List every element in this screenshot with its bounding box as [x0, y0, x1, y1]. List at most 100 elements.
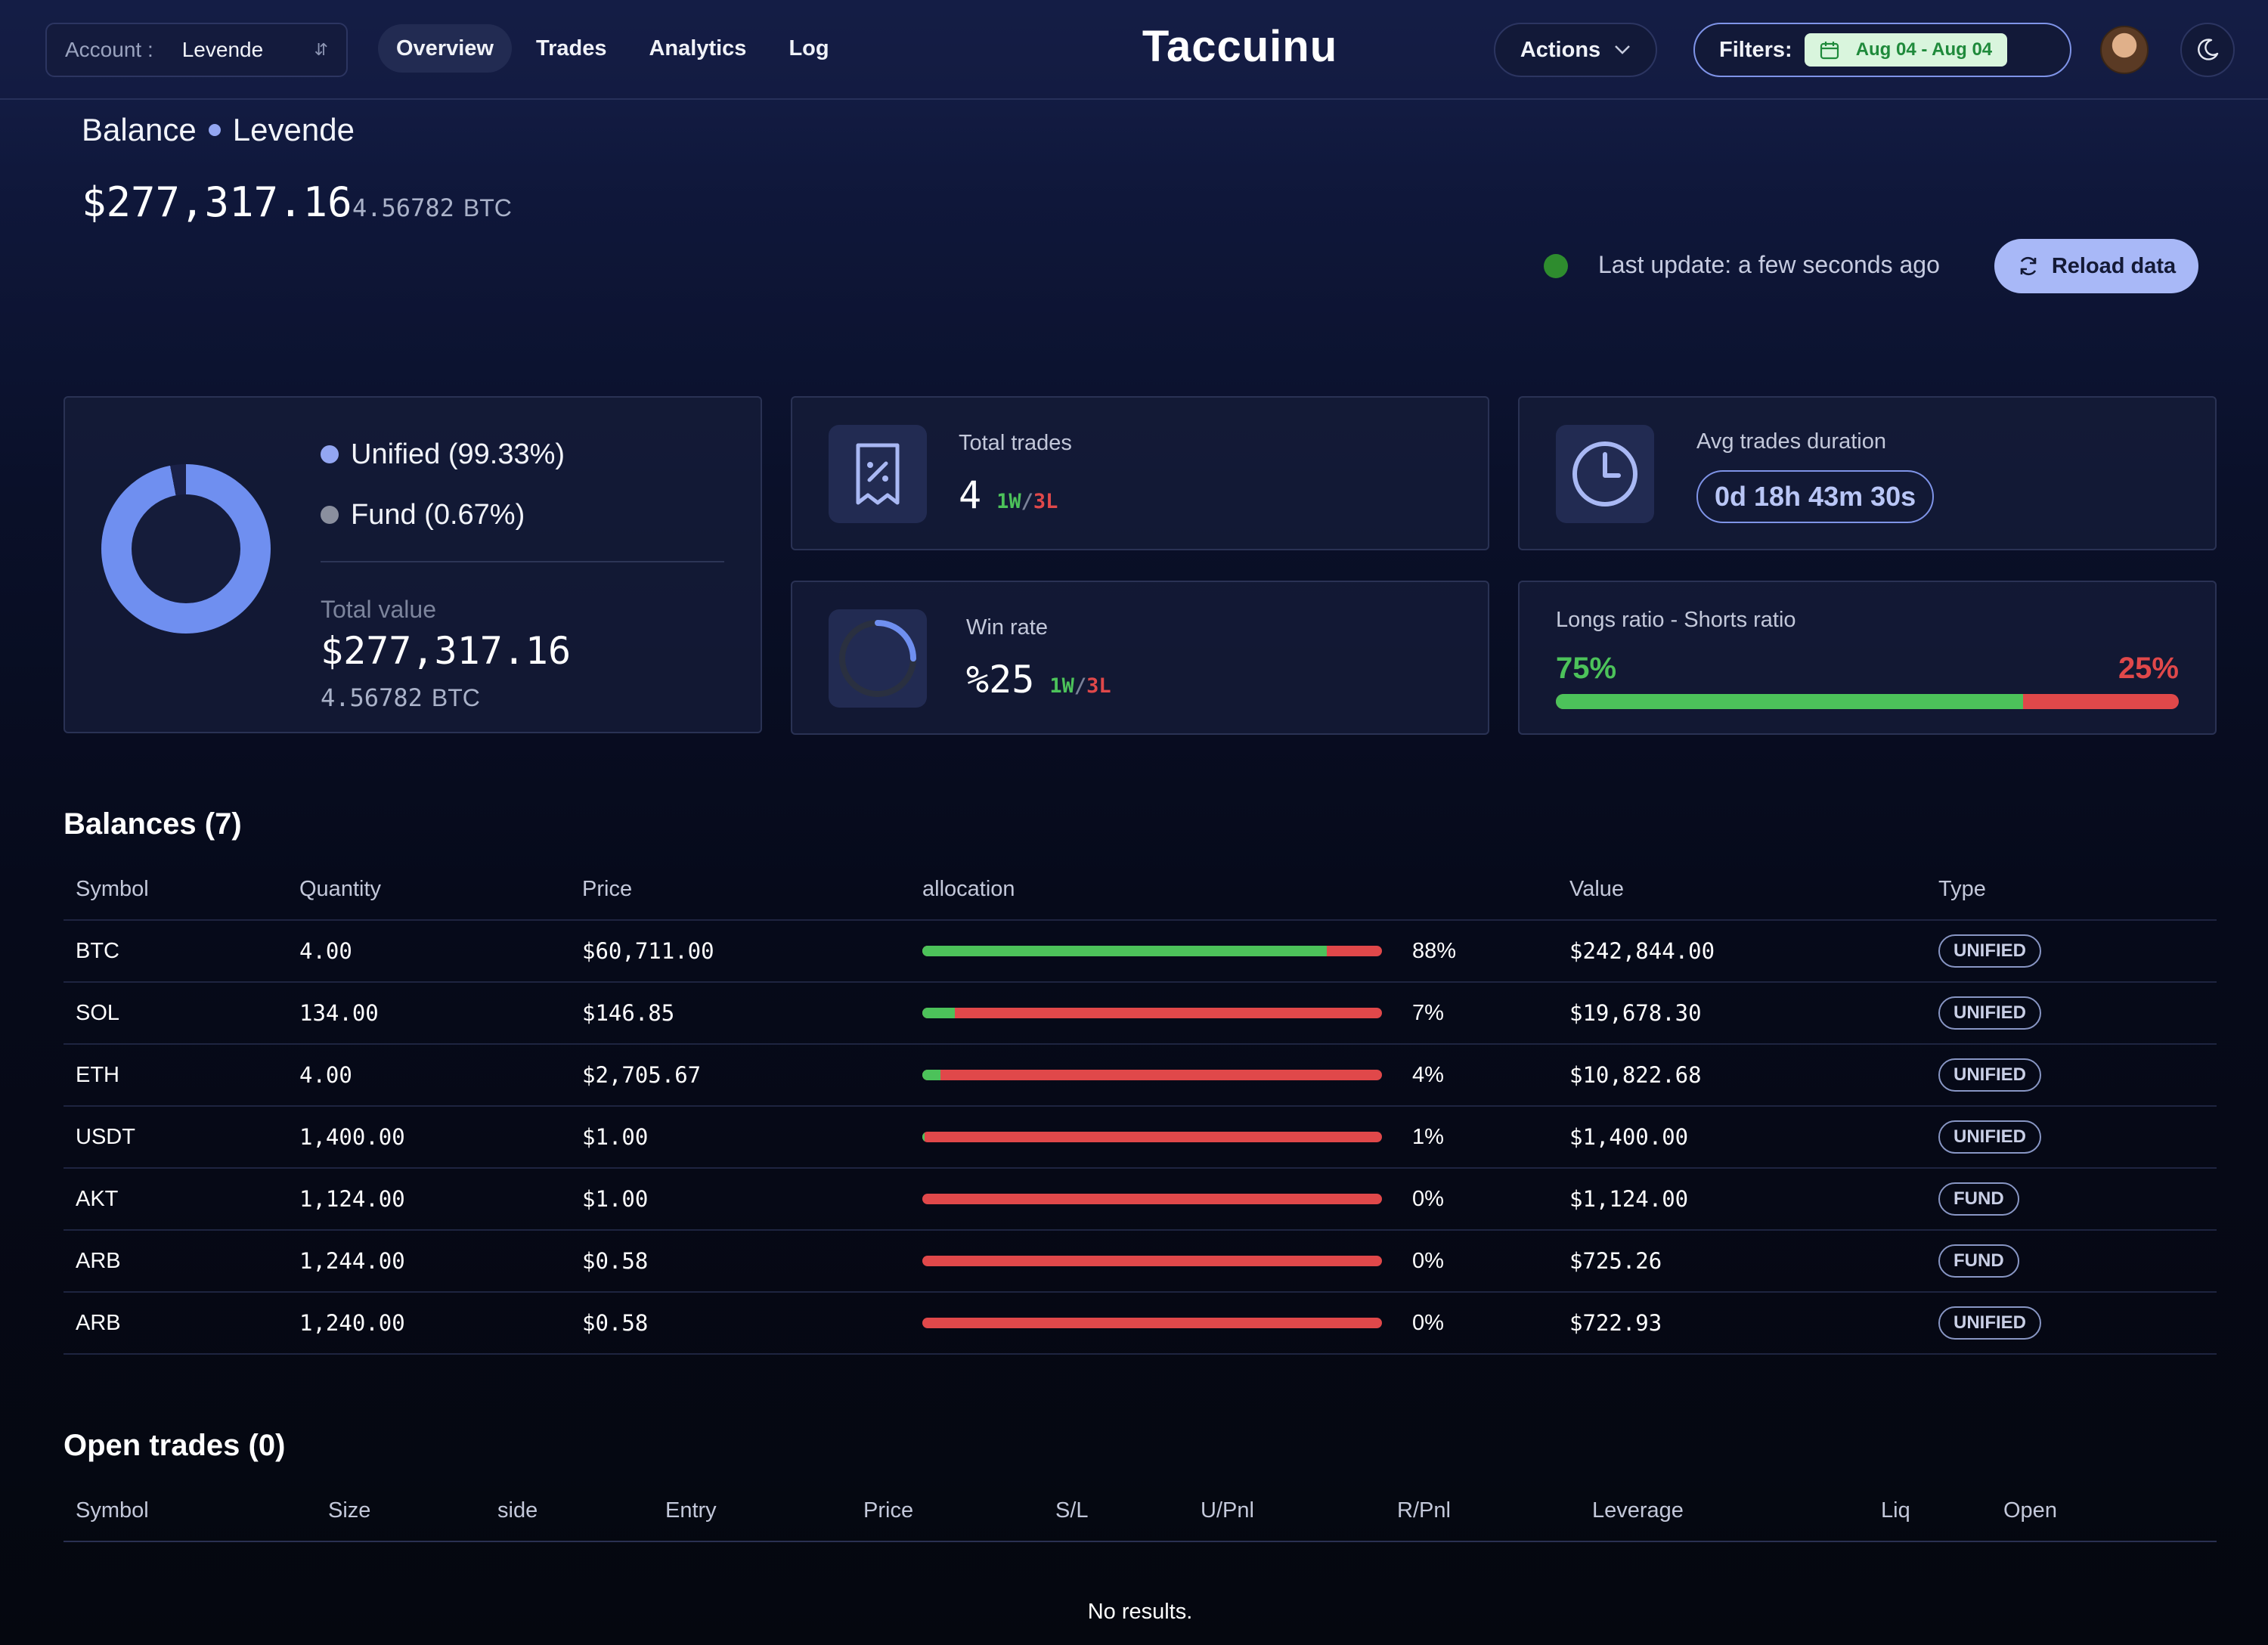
cell-price: $1.00	[582, 1186, 649, 1212]
table-row[interactable]: SOL 134.00 $146.85 7% $19,678.30 UNIFIED	[64, 983, 2217, 1045]
legend-item-unified: Unified (99.33%)	[321, 431, 565, 478]
col-header-side[interactable]: side	[485, 1498, 653, 1523]
cell-type: UNIFIED	[1926, 1058, 2217, 1092]
allocation-bar	[922, 946, 1382, 956]
allocation-percent: 88%	[1412, 938, 1457, 963]
total-btc-value: 4.56782	[321, 683, 423, 712]
total-value-amount: $277,317.16	[321, 629, 572, 673]
tab-analytics[interactable]: Analytics	[631, 24, 764, 73]
win-rate-label: Win rate	[966, 615, 1048, 640]
table-row[interactable]: ARB 1,244.00 $0.58 0% $725.26 FUND	[64, 1231, 2217, 1293]
filters-label: Filters:	[1719, 37, 1792, 62]
account-selector[interactable]: Account : Levende ⇵	[45, 23, 348, 77]
cell-quantity: 1,240.00	[299, 1310, 405, 1336]
allocation-bar	[922, 1008, 1382, 1018]
allocation-bar-fill	[922, 1132, 925, 1142]
allocation-bar	[922, 1132, 1382, 1142]
cell-symbol: ETH	[76, 1062, 119, 1087]
chevron-down-icon	[1615, 45, 1631, 54]
avg-duration-card: Avg trades duration 0d 18h 43m 30s	[1518, 396, 2217, 550]
col-header-sl[interactable]: S/L	[1043, 1498, 1188, 1523]
cell-price: $0.58	[582, 1248, 649, 1274]
avg-duration-value: 0d 18h 43m 30s	[1696, 470, 1935, 523]
cell-price: $60,711.00	[582, 938, 714, 964]
open-trades-table-header: Symbol Size side Entry Price S/L U/Pnl R…	[64, 1480, 2217, 1542]
legend-label-unified: Unified (99.33%)	[351, 438, 565, 470]
col-header-price[interactable]: Price	[570, 877, 910, 902]
table-row[interactable]: AKT 1,124.00 $1.00 0% $1,124.00 FUND	[64, 1169, 2217, 1231]
cell-quantity: 4.00	[299, 1062, 352, 1088]
cell-symbol: SOL	[76, 1000, 120, 1025]
cell-type: UNIFIED	[1926, 934, 2217, 968]
balances-title: Balances (7)	[64, 807, 242, 841]
col-header-entry[interactable]: Entry	[653, 1498, 851, 1523]
col-header-symbol[interactable]: Symbol	[64, 1498, 316, 1523]
table-row[interactable]: BTC 4.00 $60,711.00 88% $242,844.00 UNIFIED	[64, 921, 2217, 983]
cell-symbol: ARB	[76, 1310, 121, 1335]
cell-type: UNIFIED	[1926, 996, 2217, 1030]
wl-separator: /	[1021, 490, 1033, 513]
calendar-icon	[1820, 42, 1839, 60]
col-header-quantity[interactable]: Quantity	[287, 877, 570, 902]
win-rate-wl: 1W/3L	[1049, 674, 1111, 698]
col-header-size[interactable]: Size	[316, 1498, 485, 1523]
legend-swatch-unified	[321, 445, 339, 463]
col-header-price[interactable]: Price	[851, 1498, 1043, 1523]
balance-amount: $277,317.16	[82, 178, 352, 226]
receipt-percent-icon	[829, 425, 927, 523]
col-header-open[interactable]: Open	[1991, 1498, 2143, 1523]
table-row[interactable]: ARB 1,240.00 $0.58 0% $722.93 UNIFIED	[64, 1293, 2217, 1355]
total-trades-card: Total trades 4 1W/3L	[791, 396, 1489, 550]
cell-price: $1.00	[582, 1124, 649, 1150]
type-badge: FUND	[1938, 1244, 2019, 1278]
total-trades-label: Total trades	[959, 431, 1072, 455]
col-header-type[interactable]: Type	[1926, 877, 2217, 902]
status-indicator	[1544, 254, 1568, 278]
total-trades-wins: 1W	[996, 490, 1021, 513]
total-trades-wl: 1W/3L	[996, 490, 1058, 513]
col-header-upnl[interactable]: U/Pnl	[1188, 1498, 1385, 1523]
allocation-percent: 1%	[1412, 1124, 1444, 1149]
cell-allocation: 0%	[910, 1249, 1557, 1274]
allocation-bar	[922, 1070, 1382, 1080]
type-badge: UNIFIED	[1938, 1306, 2041, 1340]
refresh-icon	[2020, 256, 2037, 276]
allocation-donut-chart	[101, 464, 271, 634]
reload-data-button[interactable]: Reload data	[1994, 239, 2198, 293]
cell-allocation: 0%	[910, 1187, 1557, 1212]
balance-btc-value: 4.56782	[352, 194, 454, 222]
tab-log[interactable]: Log	[770, 24, 847, 73]
actions-button[interactable]: Actions	[1494, 23, 1657, 77]
allocation-bar	[922, 1256, 1382, 1266]
date-range-pill[interactable]: Aug 04 - Aug 04	[1804, 33, 2008, 67]
avatar[interactable]	[2100, 26, 2149, 74]
theme-toggle-button[interactable]	[2180, 23, 2235, 77]
open-trades-empty-state: No results.	[1087, 1600, 1193, 1624]
win-rate-value-row: %25 1W/3L	[966, 658, 1111, 702]
tab-trades[interactable]: Trades	[518, 24, 625, 73]
col-header-symbol[interactable]: Symbol	[64, 877, 287, 902]
last-update-text: Last update: a few seconds ago	[1598, 251, 1940, 278]
total-trades-losses: 3L	[1033, 490, 1058, 513]
account-label: Account :	[65, 38, 153, 61]
cell-type: FUND	[1926, 1182, 2217, 1216]
legend-label-fund: Fund (0.67%)	[351, 498, 525, 531]
tab-overview[interactable]: Overview	[378, 24, 512, 73]
separator-dot	[208, 124, 221, 136]
col-header-value[interactable]: Value	[1557, 877, 1926, 902]
filters-button[interactable]: Filters: Aug 04 - Aug 04	[1693, 23, 2071, 77]
cell-quantity: 4.00	[299, 938, 352, 964]
col-header-liq[interactable]: Liq	[1869, 1498, 1991, 1523]
col-header-leverage[interactable]: Leverage	[1580, 1498, 1869, 1523]
cell-price: $0.58	[582, 1310, 649, 1336]
col-header-allocation[interactable]: allocation	[910, 877, 1557, 902]
col-header-rpnl[interactable]: R/Pnl	[1385, 1498, 1580, 1523]
type-badge: UNIFIED	[1938, 996, 2041, 1030]
chevron-updown-icon: ⇵	[314, 40, 328, 59]
table-row[interactable]: USDT 1,400.00 $1.00 1% $1,400.00 UNIFIED	[64, 1107, 2217, 1169]
long-short-ratio-bar	[1556, 694, 2179, 709]
table-row[interactable]: ETH 4.00 $2,705.67 4% $10,822.68 UNIFIED	[64, 1045, 2217, 1107]
account-value: Levende	[181, 38, 264, 61]
distribution-legend: Unified (99.33%) Fund (0.67%)	[321, 431, 565, 552]
cell-value: $242,844.00	[1569, 938, 1715, 964]
